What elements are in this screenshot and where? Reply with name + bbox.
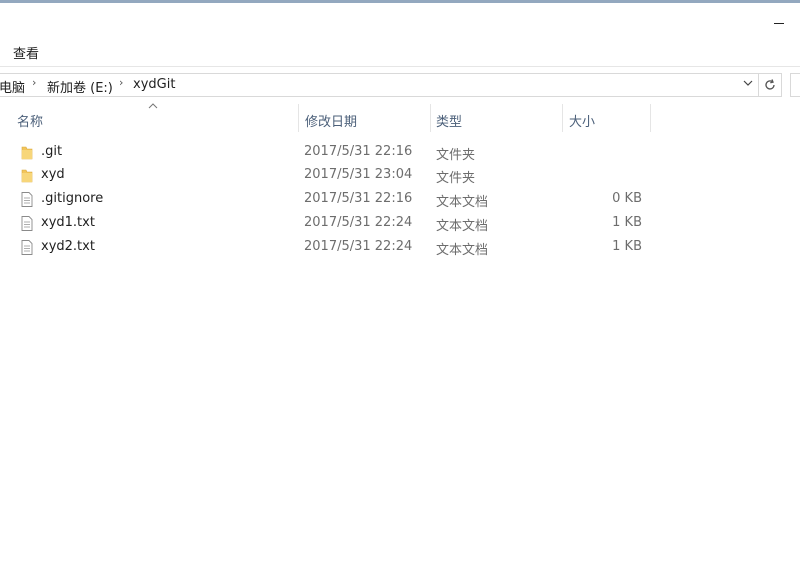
sort-up-caret-icon	[148, 100, 158, 113]
column-divider[interactable]	[562, 104, 563, 132]
tab-view[interactable]: 查看	[13, 43, 39, 62]
file-date: 2017/5/31 22:16	[304, 191, 413, 206]
title-bar[interactable]	[0, 3, 800, 35]
address-row: 电脑 › 新加卷 (E:) › xydGit	[0, 70, 800, 99]
file-date: 2017/5/31 22:24	[304, 239, 413, 254]
file-name: .git	[41, 144, 63, 159]
minimize-button[interactable]	[762, 7, 798, 33]
column-header-type[interactable]: 类型	[436, 111, 462, 130]
breadcrumb-drive[interactable]: 新加卷 (E:)	[47, 77, 113, 96]
text-file-icon	[19, 215, 35, 232]
file-row[interactable]: xyd 2017/5/31 23:04 文件夹	[0, 164, 800, 187]
minimize-icon	[774, 23, 784, 24]
chevron-right-icon[interactable]: ›	[32, 76, 36, 89]
file-row[interactable]: xyd1.txt 2017/5/31 22:24 文本文档 1 KB	[0, 212, 800, 235]
chevron-right-icon[interactable]: ›	[119, 76, 123, 89]
column-header-row: 名称 修改日期 类型 大小	[0, 100, 800, 135]
breadcrumb-this-pc[interactable]: 电脑	[0, 77, 25, 96]
search-input[interactable]	[790, 73, 800, 97]
file-type: 文件夹	[436, 148, 476, 163]
column-header-size[interactable]: 大小	[569, 111, 595, 130]
text-file-icon	[19, 191, 35, 208]
file-date: 2017/5/31 22:24	[304, 215, 413, 230]
folder-icon	[19, 167, 35, 184]
breadcrumb-folder[interactable]: xydGit	[133, 77, 175, 92]
refresh-icon	[765, 79, 775, 90]
column-divider[interactable]	[298, 104, 299, 132]
file-size: 1 KB	[612, 215, 642, 230]
folder-icon	[19, 144, 35, 161]
file-name: xyd2.txt	[41, 239, 95, 254]
file-row[interactable]: .gitignore 2017/5/31 22:16 文本文档 0 KB	[0, 188, 800, 211]
column-header-name[interactable]: 名称	[17, 111, 43, 130]
file-size: 0 KB	[612, 191, 642, 206]
file-type: 文本文档	[436, 219, 489, 234]
file-size: 1 KB	[612, 239, 642, 254]
file-type: 文件夹	[436, 171, 476, 186]
file-name: .gitignore	[41, 191, 104, 206]
address-bar[interactable]: 电脑 › 新加卷 (E:) › xydGit	[0, 73, 759, 97]
column-header-date[interactable]: 修改日期	[305, 111, 357, 130]
text-file-icon	[19, 239, 35, 256]
file-row[interactable]: xyd2.txt 2017/5/31 22:24 文本文档 1 KB	[0, 236, 800, 259]
file-name: xyd1.txt	[41, 215, 95, 230]
file-type: 文本文档	[436, 243, 489, 258]
column-divider[interactable]	[430, 104, 431, 132]
file-date: 2017/5/31 22:16	[304, 144, 413, 159]
chevron-down-icon[interactable]	[739, 78, 757, 94]
column-divider[interactable]	[650, 104, 651, 132]
file-name: xyd	[41, 167, 65, 182]
file-type: 文本文档	[436, 195, 489, 210]
file-date: 2017/5/31 23:04	[304, 167, 413, 182]
file-row[interactable]: .git 2017/5/31 22:16 文件夹	[0, 141, 800, 164]
ribbon: 查看	[0, 35, 800, 67]
refresh-button[interactable]	[759, 73, 782, 97]
